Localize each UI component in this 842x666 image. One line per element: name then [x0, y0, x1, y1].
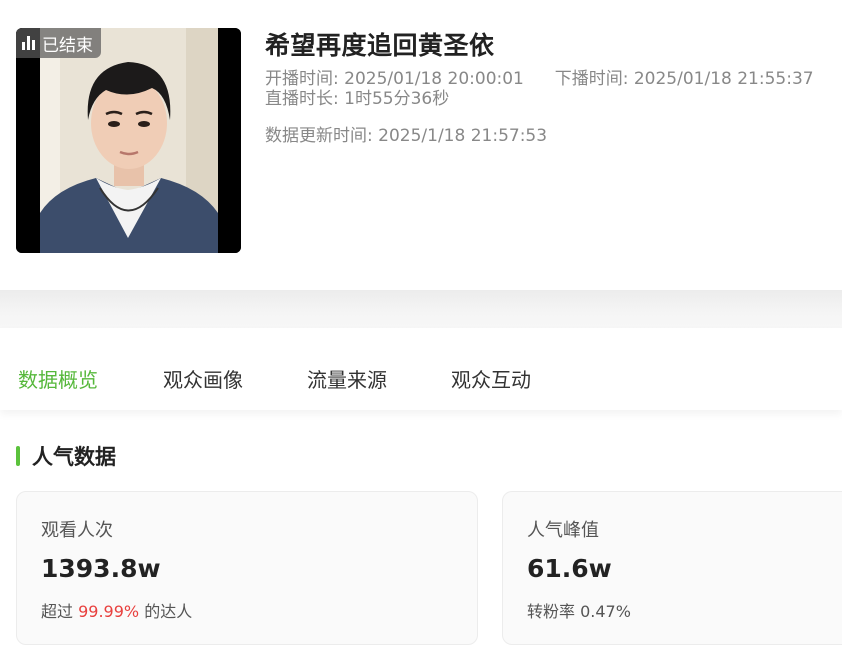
live-title: 希望再度追回黄圣依 — [265, 31, 495, 60]
tab-bar: 数据概览 观众画像 流量来源 观众互动 — [0, 328, 842, 410]
end-time-value: 2025/01/18 21:55:37 — [633, 69, 814, 89]
live-ended-badge: 已结束 — [16, 28, 101, 58]
duration-value: 1时55分36秒 — [344, 89, 450, 109]
section-accent-bar — [16, 446, 20, 466]
bar-chart-icon — [22, 36, 38, 50]
live-duration-row: 直播时长: 1时55分36秒 — [265, 84, 449, 109]
follow-rate-text: 转粉率 0.47% — [527, 598, 631, 622]
follow-rate-label: 转粉率 — [527, 602, 576, 621]
popularity-section-heading: 人气数据 — [16, 444, 116, 469]
peak-label: 人气峰值 — [527, 520, 599, 541]
tab-traffic-source[interactable]: 流量来源 — [307, 364, 387, 393]
peak-popularity-card: 人气峰值 61.6w 转粉率 0.47% — [502, 491, 842, 645]
end-time-label: 下播时间: — [554, 69, 629, 89]
tab-audience-profile[interactable]: 观众画像 — [163, 364, 243, 393]
update-time-value: 2025/1/18 21:57:53 — [378, 126, 548, 146]
tab-audience-interaction[interactable]: 观众互动 — [451, 364, 531, 393]
peak-value: 61.6w — [527, 554, 612, 583]
tab-data-overview[interactable]: 数据概览 — [18, 364, 98, 393]
views-card: 观看人次 1393.8w 超过 99.99% 的达人 — [16, 491, 478, 645]
live-status-label: 已结束 — [42, 35, 93, 56]
data-update-row: 数据更新时间: 2025/1/18 21:57:53 — [265, 121, 547, 146]
section-divider — [0, 290, 842, 328]
views-rank-text: 超过 99.99% 的达人 — [41, 598, 192, 622]
views-value: 1393.8w — [41, 554, 161, 583]
views-rank-suffix: 的达人 — [144, 602, 193, 621]
duration-label: 直播时长: — [265, 89, 339, 109]
views-rank-percent: 99.99% — [78, 602, 140, 621]
live-info-header: 已结束 希望再度追回黄圣依 开播时间: 2025/01/18 20:00:01 … — [0, 0, 842, 290]
streamer-portrait — [16, 28, 241, 253]
section-title: 人气数据 — [32, 445, 116, 469]
follow-rate-value: 0.47% — [580, 602, 631, 621]
views-label: 观看人次 — [41, 520, 113, 541]
live-cover-image[interactable]: 已结束 — [16, 28, 241, 253]
update-time-label: 数据更新时间: — [265, 126, 373, 146]
views-rank-prefix: 超过 — [41, 602, 74, 621]
